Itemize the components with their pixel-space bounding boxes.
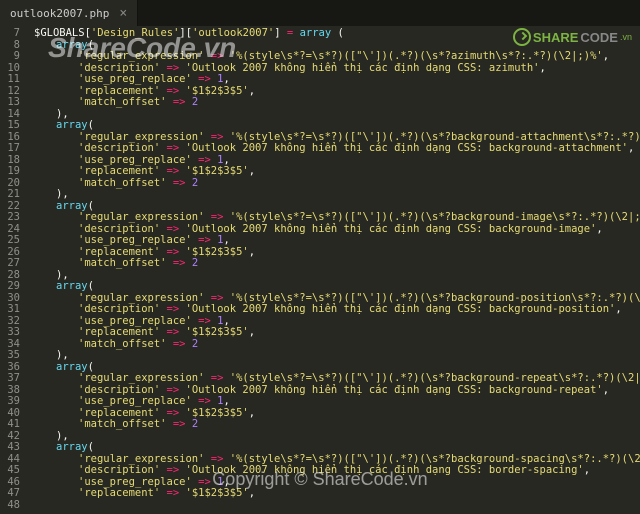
line-number: 9 bbox=[4, 51, 20, 63]
line-gutter: 7891011121314151617181920212223242526272… bbox=[0, 26, 28, 514]
line-number: 29 bbox=[4, 281, 20, 293]
editor: 7891011121314151617181920212223242526272… bbox=[0, 26, 640, 514]
line-number: 35 bbox=[4, 350, 20, 362]
code-line: $GLOBALS['Design_Rules']['outlook2007'] … bbox=[28, 28, 640, 40]
line-number: 25 bbox=[4, 235, 20, 247]
tab-filename: outlook2007.php bbox=[10, 7, 109, 20]
line-number: 45 bbox=[4, 465, 20, 477]
line-number: 21 bbox=[4, 189, 20, 201]
line-number: 27 bbox=[4, 258, 20, 270]
line-number: 15 bbox=[4, 120, 20, 132]
code-line: ), bbox=[28, 109, 640, 121]
line-number: 19 bbox=[4, 166, 20, 178]
line-number: 43 bbox=[4, 442, 20, 454]
line-number: 39 bbox=[4, 396, 20, 408]
line-number: 33 bbox=[4, 327, 20, 339]
line-number: 41 bbox=[4, 419, 20, 431]
code-area[interactable]: $GLOBALS['Design_Rules']['outlook2007'] … bbox=[28, 26, 640, 514]
line-number: 37 bbox=[4, 373, 20, 385]
code-line: ), bbox=[28, 270, 640, 282]
line-number: 31 bbox=[4, 304, 20, 316]
line-number: 23 bbox=[4, 212, 20, 224]
line-number: 17 bbox=[4, 143, 20, 155]
code-line: 'match_offset' => 2 bbox=[28, 258, 640, 270]
close-icon[interactable]: × bbox=[119, 6, 127, 21]
code-line: 'match_offset' => 2 bbox=[28, 339, 640, 351]
line-number: 7 bbox=[4, 28, 20, 40]
code-line: 'replacement' => '$1$2$3$5', bbox=[28, 488, 640, 500]
line-number: 48 bbox=[4, 500, 20, 512]
code-line: 'match_offset' => 2 bbox=[28, 97, 640, 109]
code-line: ), bbox=[28, 350, 640, 362]
code-line: ), bbox=[28, 431, 640, 443]
line-number: 11 bbox=[4, 74, 20, 86]
code-line: 'match_offset' => 2 bbox=[28, 178, 640, 190]
code-line: ), bbox=[28, 189, 640, 201]
code-line: 'match_offset' => 2 bbox=[28, 419, 640, 431]
line-number: 47 bbox=[4, 488, 20, 500]
tab-bar: outlook2007.php × bbox=[0, 0, 640, 26]
tab-active[interactable]: outlook2007.php × bbox=[0, 0, 138, 26]
line-number: 13 bbox=[4, 97, 20, 109]
